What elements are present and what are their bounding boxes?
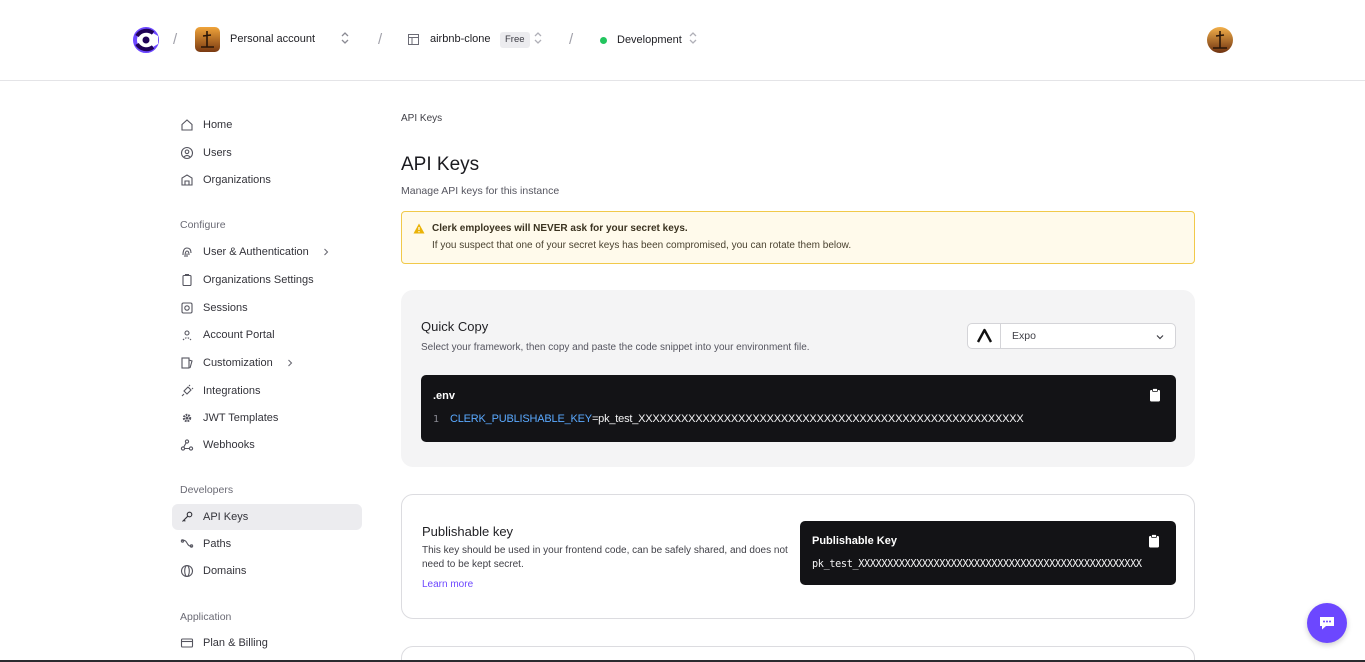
- security-warning-banner: Clerk employees will NEVER ask for your …: [401, 211, 1195, 264]
- plan-badge: Free: [500, 32, 530, 48]
- sidebar-item-customization[interactable]: Customization: [172, 350, 362, 376]
- plug-icon: [181, 384, 194, 397]
- sidebar-item-label: User & Authentication: [203, 246, 309, 258]
- quick-copy-title: Quick Copy: [421, 319, 489, 334]
- chat-bubble-icon: [1320, 617, 1334, 630]
- clipboard-copy-icon[interactable]: [1148, 534, 1160, 548]
- sidebar-item-label: Sessions: [203, 302, 248, 314]
- sidebar-item-label: Customization: [203, 357, 273, 369]
- gear-icon: [182, 413, 192, 423]
- framework-select[interactable]: Expo: [967, 323, 1176, 349]
- key-icon: [182, 511, 193, 522]
- top-bar: / Personal account / airbnb-clone Free /…: [0, 0, 1365, 81]
- chevron-up-down-icon[interactable]: [688, 30, 698, 46]
- chevron-right-icon: [288, 359, 293, 367]
- sidebar-item-label: Users: [203, 147, 232, 159]
- sidebar-item-label: JWT Templates: [203, 412, 279, 424]
- account-portal-icon: [182, 330, 192, 341]
- sidebar-item-webhooks[interactable]: Webhooks: [172, 432, 362, 458]
- publishable-key-value[interactable]: pk_test_XXXXXXXXXXXXXXXXXXXXXXXXXXXXXXXX…: [812, 559, 1142, 570]
- sidebar-item-user-authentication[interactable]: User & Authentication: [172, 239, 362, 265]
- environment-status-dot: [600, 37, 607, 44]
- warning-body: If you suspect that one of your secret k…: [432, 240, 852, 251]
- building-icon: [181, 174, 193, 186]
- sidebar-item-label: Domains: [203, 565, 247, 577]
- chevron-down-icon: [1156, 335, 1164, 340]
- sidebar-item-label: Paths: [203, 538, 232, 550]
- env-code-block: .env 1 CLERK_PUBLISHABLE_KEY=pk_test_XXX…: [421, 375, 1176, 442]
- line-number: 1: [433, 414, 440, 425]
- sidebar-item-label: Plan & Billing: [203, 637, 268, 649]
- sidebar-item-integrations[interactable]: Integrations: [172, 378, 362, 404]
- user-circle-icon: [180, 146, 194, 160]
- page-title: API Keys: [401, 154, 480, 175]
- warning-title: Clerk employees will NEVER ask for your …: [432, 223, 688, 234]
- chevron-right-icon: [324, 248, 329, 256]
- application-switcher-label[interactable]: airbnb-clone: [430, 33, 491, 45]
- publishable-key-title: Publishable key: [422, 524, 514, 539]
- expo-logo-icon: [976, 328, 993, 343]
- application-icon: [408, 34, 419, 45]
- sidebar-item-label: Webhooks: [203, 439, 255, 451]
- sidebar-item-label: Account Portal: [203, 329, 275, 341]
- breadcrumb-separator: /: [378, 31, 383, 48]
- quick-copy-card: Quick Copy Select your framework, then c…: [401, 290, 1195, 467]
- credit-card-icon: [180, 638, 194, 648]
- sidebar-item-users[interactable]: Users: [172, 140, 362, 166]
- clipboard-copy-icon[interactable]: [1149, 388, 1161, 402]
- chevron-up-down-icon[interactable]: [340, 30, 350, 46]
- sidebar-item-label: Organizations Settings: [203, 274, 314, 286]
- environment-switcher-label[interactable]: Development: [617, 34, 682, 46]
- sidebar-item-label: Organizations: [203, 174, 271, 186]
- sidebar-section-developers: Developers: [180, 484, 234, 496]
- warning-icon: [413, 223, 425, 234]
- sidebar-item-label: API Keys: [203, 511, 249, 523]
- globe-icon: [180, 564, 194, 578]
- framework-logo: [968, 324, 1001, 348]
- sidebar-item-api-keys[interactable]: API Keys: [172, 504, 362, 530]
- framework-select-value: Expo: [1012, 330, 1036, 342]
- sidebar-section-application: Application: [180, 611, 232, 623]
- sidebar-item-paths[interactable]: Paths: [172, 531, 362, 557]
- breadcrumb-separator: /: [173, 31, 178, 48]
- sidebar-section-configure: Configure: [180, 219, 226, 231]
- sidebar-item-organizations[interactable]: Organizations: [172, 167, 362, 193]
- paths-icon: [180, 539, 194, 548]
- env-variable-name: CLERK_PUBLISHABLE_KEY: [450, 413, 592, 425]
- quick-copy-subtitle: Select your framework, then copy and pas…: [421, 342, 810, 353]
- page-subtitle: Manage API keys for this instance: [401, 185, 560, 197]
- env-code-line[interactable]: CLERK_PUBLISHABLE_KEY=pk_test_XXXXXXXXXX…: [450, 413, 1024, 425]
- support-chat-button[interactable]: [1307, 603, 1347, 643]
- sidebar-item-home[interactable]: Home: [172, 112, 362, 138]
- sidebar-item-jwt-templates[interactable]: JWT Templates: [172, 405, 362, 431]
- env-variable-value: =pk_test_XXXXXXXXXXXXXXXXXXXXXXXXXXXXXXX…: [591, 413, 1024, 425]
- sessions-icon: [181, 302, 193, 314]
- clipboard-icon: [182, 273, 192, 287]
- publishable-key-box-title: Publishable Key: [812, 535, 897, 547]
- webhook-icon: [180, 439, 194, 451]
- clerk-logo-icon[interactable]: [133, 27, 159, 53]
- account-avatar[interactable]: [195, 27, 220, 52]
- publishable-key-box: Publishable Key pk_test_XXXXXXXXXXXXXXXX…: [800, 521, 1176, 585]
- sidebar-item-label: Home: [203, 119, 233, 131]
- sidebar-item-plan-billing[interactable]: Plan & Billing: [172, 630, 362, 656]
- sidebar-item-label: Integrations: [203, 385, 261, 397]
- user-avatar[interactable]: [1207, 27, 1233, 53]
- env-file-name: .env: [433, 390, 456, 402]
- sidebar-item-domains[interactable]: Domains: [172, 558, 362, 584]
- customization-icon: [181, 357, 193, 369]
- fingerprint-icon: [182, 247, 192, 258]
- publishable-key-description: This key should be used in your frontend…: [422, 545, 788, 570]
- learn-more-link[interactable]: Learn more: [422, 579, 473, 590]
- breadcrumb: API Keys: [401, 113, 443, 124]
- sidebar-item-account-portal[interactable]: Account Portal: [172, 322, 362, 348]
- account-switcher-label[interactable]: Personal account: [230, 33, 315, 45]
- chevron-up-down-icon[interactable]: [533, 30, 543, 46]
- breadcrumb-separator: /: [569, 31, 574, 48]
- sidebar-item-organizations-settings[interactable]: Organizations Settings: [172, 267, 362, 293]
- sidebar-item-sessions[interactable]: Sessions: [172, 295, 362, 321]
- home-icon: [181, 119, 193, 131]
- publishable-key-card: Publishable key This key should be used …: [401, 494, 1195, 619]
